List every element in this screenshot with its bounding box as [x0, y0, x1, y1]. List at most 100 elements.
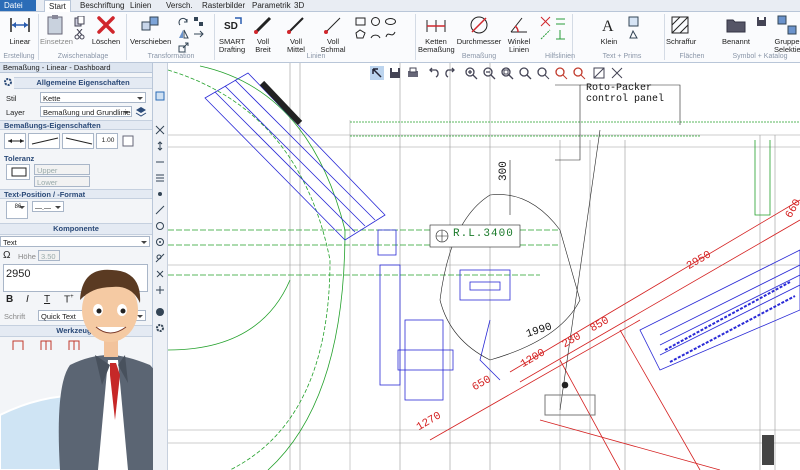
vt-select-icon[interactable]	[155, 91, 165, 101]
zoom-selection-icon[interactable]	[572, 66, 586, 80]
polygon-icon[interactable]	[355, 29, 366, 40]
tab-parametrik[interactable]: Parametrik	[248, 0, 295, 11]
zoom-previous-icon[interactable]	[536, 66, 550, 80]
vt-cross-icon[interactable]	[155, 125, 165, 135]
parallel-icon[interactable]	[555, 16, 566, 27]
rotate-icon[interactable]	[178, 16, 189, 27]
vt-tangent-icon[interactable]	[155, 253, 165, 263]
tab-rasterbilder[interactable]: Rasterbilder	[198, 0, 249, 11]
drawing-canvas[interactable]: R.L.3400 Roto-Packer control panel 300 1…	[168, 63, 800, 470]
dim-style-1[interactable]	[4, 133, 26, 149]
dim-300[interactable]: 300	[498, 161, 510, 181]
group-erstellung: Erstellung	[3, 53, 35, 60]
dim-style-3[interactable]	[62, 133, 94, 149]
voll-mittel-button[interactable]: Voll Mittel	[282, 12, 310, 54]
grid-view-icon[interactable]	[610, 66, 624, 80]
paste-icon	[47, 15, 63, 35]
array-icon[interactable]	[193, 16, 204, 27]
symbol-icon[interactable]	[628, 29, 639, 40]
tolerance-type-box[interactable]	[6, 164, 30, 180]
voll-schmal-button[interactable]: Voll Schmal	[318, 12, 348, 54]
smart-drafting-button[interactable]: SD SMART Drafting	[216, 12, 248, 54]
winkel-label: Winkel Linien	[507, 37, 531, 54]
vt-align-icon[interactable]	[155, 173, 165, 183]
text-style-icon[interactable]	[628, 16, 639, 27]
zoom-all-icon[interactable]	[518, 66, 532, 80]
save-icon[interactable]	[388, 66, 402, 80]
chain-dimension-icon	[426, 20, 446, 32]
copy-icon[interactable]	[74, 16, 85, 27]
tab-versch[interactable]: Versch.	[162, 0, 197, 11]
dim-text-icon[interactable]	[122, 135, 134, 147]
ellipse-icon[interactable]	[385, 16, 396, 27]
vt-settings-icon[interactable]	[155, 323, 165, 333]
tab-linien[interactable]: Linien	[126, 0, 155, 11]
helper-line-icon[interactable]	[540, 29, 551, 40]
tolerance-upper-input[interactable]: Upper	[34, 164, 90, 175]
verschieben-button[interactable]: Verschieben	[130, 12, 171, 54]
zoom-extents-icon[interactable]	[554, 66, 568, 80]
vt-vertical-icon[interactable]	[155, 141, 165, 151]
vt-point-icon[interactable]	[155, 189, 165, 199]
rectangle-icon[interactable]	[355, 16, 366, 27]
arc-icon[interactable]	[370, 29, 381, 40]
perpendicular-icon[interactable]	[555, 29, 566, 40]
pan-icon[interactable]	[592, 66, 606, 80]
vt-horizontal-icon[interactable]	[155, 157, 165, 167]
text-klein-button[interactable]: A Klein	[596, 12, 622, 54]
dim-style-2[interactable]	[28, 133, 60, 149]
vt-x-icon[interactable]	[155, 269, 165, 279]
klein-label: Klein	[600, 37, 618, 46]
benannt-button[interactable]: Benannt	[720, 12, 752, 54]
grid-icon[interactable]	[540, 16, 551, 27]
linear-button[interactable]: Linear	[4, 12, 36, 54]
tolerance-lower-input[interactable]: Lower	[34, 176, 90, 187]
section-allgemeine[interactable]: Allgemeine Eigenschaften	[14, 77, 152, 89]
stil-select[interactable]: Kette	[40, 92, 146, 103]
tab-3d[interactable]: 3D	[290, 0, 308, 11]
zoom-out-icon[interactable]	[482, 66, 496, 80]
stretch-icon[interactable]	[193, 29, 204, 40]
winkel-linien-button[interactable]: Winkel Linien	[504, 12, 534, 54]
circle-icon[interactable]	[370, 16, 381, 27]
print-icon[interactable]	[406, 66, 420, 80]
schraffur-button[interactable]: Schraffur	[666, 12, 696, 54]
tab-beschriftung[interactable]: Beschriftung	[76, 0, 128, 11]
zoom-in-icon[interactable]	[464, 66, 478, 80]
loeschen-button[interactable]: Löschen	[90, 12, 122, 54]
vt-diagonal-icon[interactable]	[155, 205, 165, 215]
pointer-icon[interactable]	[370, 66, 384, 80]
voll-breit-button[interactable]: Voll Breit	[250, 12, 276, 54]
save-symbol-icon[interactable]	[756, 16, 767, 27]
mirror-icon[interactable]	[178, 29, 189, 40]
durchmesser-button[interactable]: Durchmesser	[456, 12, 502, 54]
scale-icon[interactable]	[178, 42, 189, 53]
cut-icon[interactable]	[74, 29, 85, 40]
redo-icon[interactable]	[444, 66, 458, 80]
tab-start[interactable]: Start	[44, 0, 71, 12]
vt-circle-icon[interactable]	[155, 221, 165, 231]
gear-icon[interactable]	[3, 77, 13, 87]
gruppe-selektieren-button[interactable]: Gruppe Selektier.	[774, 12, 800, 54]
ketten-bemassung-button[interactable]: Ketten Bemaßung	[418, 12, 455, 54]
textformat-select[interactable]: —.—	[32, 201, 64, 212]
roto-packer-label[interactable]: Roto-Packer control panel	[586, 83, 664, 105]
einsetzen-button[interactable]: Einsetzen	[40, 12, 73, 54]
dim-scale-box[interactable]: 1.00	[96, 133, 118, 149]
voll-schmal-label: Voll Schmal	[320, 37, 346, 54]
layer-stack-icon[interactable]	[135, 106, 147, 118]
rl-label[interactable]: R.L.3400	[453, 228, 514, 240]
layer-select[interactable]: Bemaßung und Grundlinie	[40, 106, 132, 117]
section-bemassungs[interactable]: Bemaßungs-Eigenschaften	[0, 120, 152, 130]
vt-center-icon[interactable]	[155, 237, 165, 247]
group-bemassung: Bemaßung	[461, 53, 497, 60]
smart-drafting-icon: SD	[224, 17, 242, 32]
section-textpos[interactable]: Text-Position / -Format	[0, 189, 152, 199]
vt-intersection-icon[interactable]	[155, 285, 165, 295]
tab-datei[interactable]: Datei	[0, 0, 36, 11]
spline-icon[interactable]	[385, 29, 396, 40]
group-zwischenablage: Zwischenablage	[57, 53, 109, 60]
zoom-window-icon[interactable]	[500, 66, 514, 80]
vt-snap-icon[interactable]	[155, 307, 165, 317]
undo-icon[interactable]	[426, 66, 440, 80]
